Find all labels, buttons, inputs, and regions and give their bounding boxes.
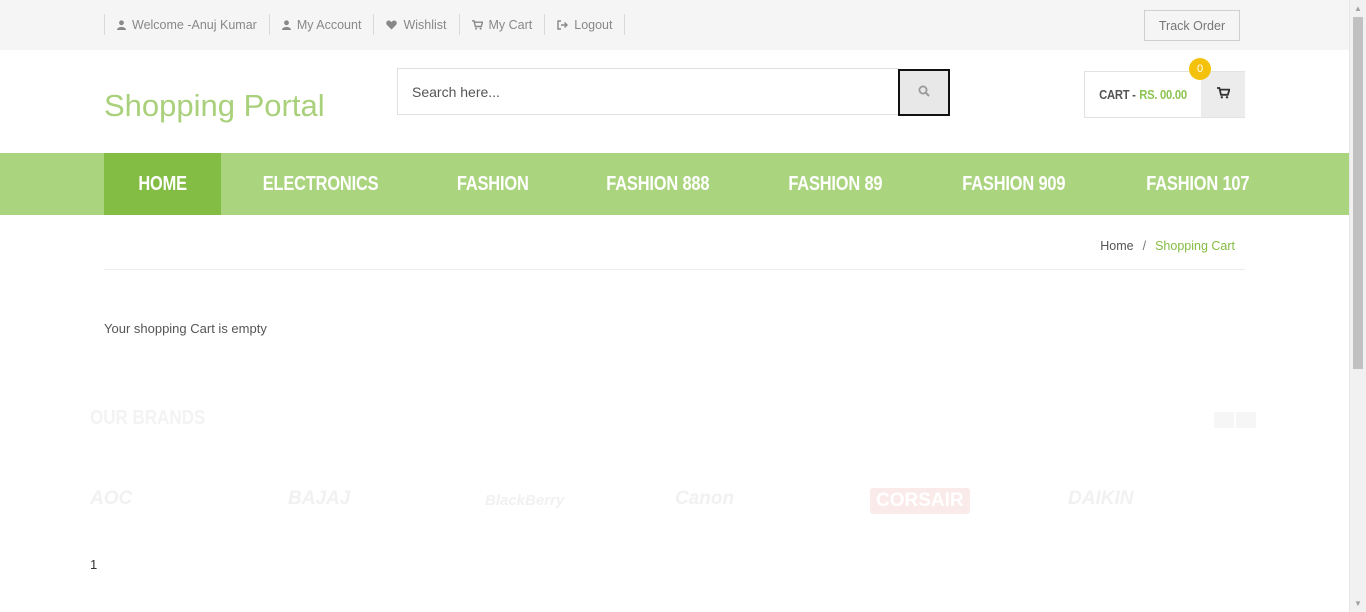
- brands-title: OUR BRANDS: [90, 407, 206, 429]
- cart-summary: CART - RS. 00.00: [1091, 72, 1195, 117]
- nav-item-label: FASHION 909: [962, 172, 1066, 195]
- vertical-scrollbar[interactable]: ▲ ▼: [1349, 0, 1366, 612]
- breadcrumb-current: Shopping Cart: [1155, 239, 1235, 253]
- cart-amount: RS. 00.00: [1139, 87, 1187, 102]
- user-icon: [281, 19, 291, 30]
- nav-item-fashion-107[interactable]: FASHION 107: [1106, 153, 1290, 215]
- track-order-button[interactable]: Track Order: [1144, 10, 1240, 41]
- carousel-next-button[interactable]: [1236, 412, 1256, 428]
- nav-item-label: FASHION: [457, 172, 529, 195]
- wishlist-link[interactable]: Wishlist: [373, 14, 458, 35]
- divider: [104, 269, 1245, 270]
- breadcrumb: Home / Shopping Cart: [1100, 239, 1235, 253]
- breadcrumb-home-link[interactable]: Home: [1100, 239, 1133, 253]
- cart-icon-box: [1201, 72, 1245, 117]
- welcome-link[interactable]: Welcome -Anuj Kumar: [104, 14, 269, 35]
- scrollbar-thumb[interactable]: [1353, 17, 1363, 369]
- nav-item-fashion[interactable]: FASHION: [420, 153, 566, 215]
- carousel-prev-button[interactable]: [1214, 412, 1234, 428]
- scroll-up-arrow-icon[interactable]: ▲: [1350, 0, 1366, 17]
- brands-carousel-nav: [1214, 412, 1256, 428]
- brand-logo-bajaj[interactable]: BAJAJ: [288, 488, 350, 510]
- nav-item-label: FASHION 888: [606, 172, 710, 195]
- brand-logo-canon[interactable]: Canon: [675, 488, 734, 510]
- nav-item-home[interactable]: HOME: [104, 153, 222, 215]
- cart-icon: [1216, 86, 1231, 104]
- nav-item-label: FASHION 89: [788, 172, 883, 195]
- welcome-label: Welcome -Anuj Kumar: [132, 17, 257, 32]
- user-icon: [117, 19, 126, 30]
- empty-cart-message: Your shopping Cart is empty: [104, 321, 267, 336]
- nav-item-fashion-888[interactable]: FASHION 888: [566, 153, 750, 215]
- site-logo[interactable]: Shopping Portal: [104, 88, 325, 124]
- cart-icon: [471, 19, 483, 30]
- my-cart-link[interactable]: My Cart: [458, 14, 545, 35]
- my-account-link[interactable]: My Account: [268, 14, 374, 35]
- nav-item-label: HOME: [138, 172, 187, 195]
- logout-link[interactable]: Logout: [544, 14, 626, 35]
- nav-items: HOME ELECTRONICS FASHION FASHION 888 FAS…: [104, 153, 1289, 215]
- cart-count-badge: 0: [1189, 58, 1211, 80]
- sign-out-icon: [557, 19, 569, 30]
- scroll-down-arrow-icon[interactable]: ▼: [1350, 595, 1366, 612]
- search-bar: [397, 68, 951, 116]
- search-button[interactable]: [898, 69, 950, 116]
- nav-item-fashion-909[interactable]: FASHION 909: [922, 153, 1106, 215]
- my-cart-label: My Cart: [488, 17, 533, 32]
- top-bar: Welcome -Anuj Kumar My Account Wishlist …: [0, 0, 1349, 50]
- wishlist-label: Wishlist: [403, 17, 447, 32]
- nav-item-label: ELECTRONICS: [262, 172, 379, 195]
- logout-label: Logout: [574, 17, 613, 32]
- brand-logo-aoc[interactable]: AOC: [90, 488, 132, 510]
- nav-item-label: FASHION 107: [1146, 172, 1250, 195]
- my-account-label: My Account: [296, 17, 362, 32]
- heart-icon: [386, 20, 398, 30]
- search-input[interactable]: [397, 68, 899, 115]
- top-links: Welcome -Anuj Kumar My Account Wishlist …: [104, 14, 626, 35]
- nav-item-electronics[interactable]: ELECTRONICS: [221, 153, 420, 215]
- main-nav: HOME ELECTRONICS FASHION FASHION 888 FAS…: [0, 153, 1349, 215]
- page-number: 1: [90, 557, 98, 572]
- nav-item-fashion-89[interactable]: FASHION 89: [749, 153, 922, 215]
- brand-logo-corsair[interactable]: CORSAIR: [870, 488, 970, 514]
- search-icon: [918, 84, 930, 102]
- cart-label: CART -: [1099, 87, 1136, 102]
- breadcrumb-separator: /: [1142, 239, 1147, 253]
- brand-logo-daikin[interactable]: DAIKIN: [1068, 488, 1133, 510]
- brand-logo-blackberry[interactable]: BlackBerry: [485, 492, 564, 509]
- page: Welcome -Anuj Kumar My Account Wishlist …: [0, 0, 1349, 612]
- header-cart-button[interactable]: CART - RS. 00.00: [1084, 71, 1245, 118]
